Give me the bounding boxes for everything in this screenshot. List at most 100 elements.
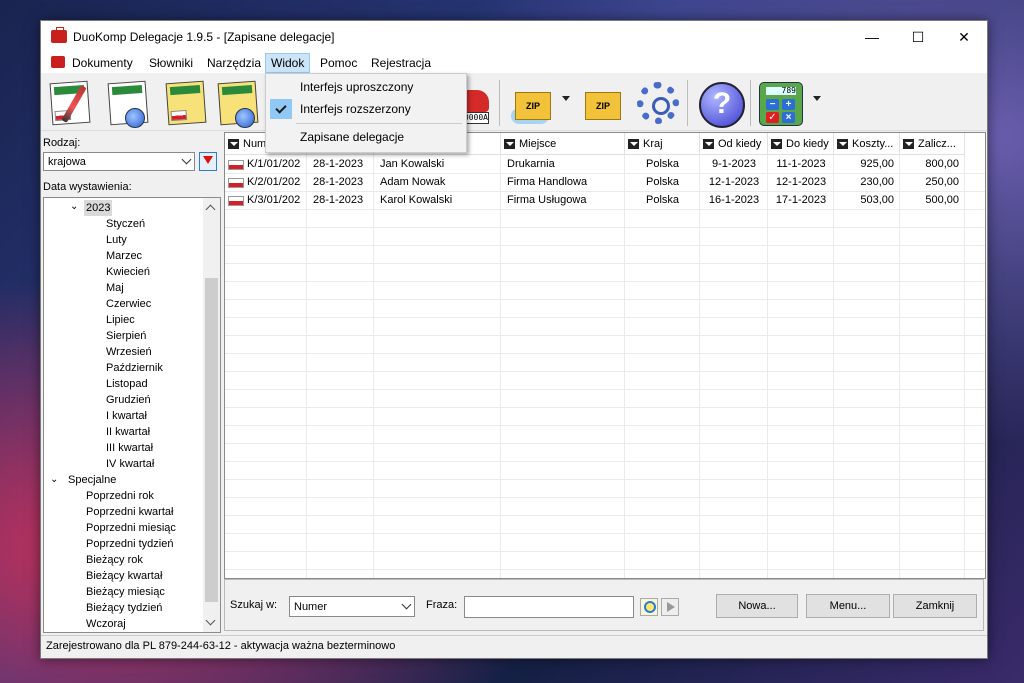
poland-flag-icon xyxy=(228,178,244,188)
column-header[interactable]: Od kiedy xyxy=(700,133,768,155)
tree-node-month[interactable]: Marzec xyxy=(106,248,142,264)
filter-dropdown-icon[interactable] xyxy=(703,139,714,149)
tree-node-month[interactable]: II kwartał xyxy=(106,424,150,440)
tree-node-month[interactable]: Luty xyxy=(106,232,127,248)
filter-dropdown-icon[interactable] xyxy=(903,139,914,149)
close-button[interactable]: ✕ xyxy=(941,21,987,53)
chevron-down-icon[interactable] xyxy=(205,615,216,626)
document-icon xyxy=(165,80,207,126)
menu-item-interfejs-rozszerzony[interactable]: Interfejs rozszerzony xyxy=(268,98,464,120)
tree-node-month[interactable]: I kwartał xyxy=(106,408,147,424)
empty-row xyxy=(225,551,985,570)
column-header[interactable]: Zalicz... xyxy=(900,133,965,155)
tree-node-month[interactable]: Czerwiec xyxy=(106,296,151,312)
tree-node-month[interactable]: Grudzień xyxy=(106,392,151,408)
menu-rejestracja[interactable]: Rejestracja xyxy=(366,54,436,72)
calculator-button[interactable]: 789 − + ✓ × xyxy=(755,78,805,128)
calculator-icon: 789 − + ✓ × xyxy=(759,82,803,126)
table-row[interactable]: K/3/01/2023 28-1-2023 Karol Kowalski Firma … xyxy=(225,191,985,210)
tree-node-month[interactable]: Kwiecień xyxy=(106,264,150,280)
close-list-button[interactable]: Zamknij xyxy=(893,594,977,618)
filter-icon[interactable] xyxy=(199,152,217,171)
chevron-up-icon[interactable] xyxy=(205,204,216,215)
tree-node-month[interactable]: Wrzesień xyxy=(106,344,152,360)
chevron-down-icon[interactable] xyxy=(813,96,821,101)
new-foreign-delegation-button[interactable] xyxy=(103,78,153,128)
column-header[interactable]: Miejsce xyxy=(501,133,625,155)
tree-node-special[interactable]: Bieżący miesiąc xyxy=(86,584,165,600)
empty-row xyxy=(225,407,985,426)
menu-dokumenty[interactable]: Dokumenty xyxy=(67,54,138,72)
menu-pomoc[interactable]: Pomoc xyxy=(315,54,362,72)
chevron-down-icon[interactable]: ⌄ xyxy=(70,199,78,215)
column-header-label: Miejsce xyxy=(519,138,557,150)
chevron-down-icon[interactable]: ⌄ xyxy=(50,472,58,488)
filter-dropdown-icon[interactable] xyxy=(837,139,848,149)
delegations-table[interactable]: Num Miejsce Kraj Od kiedy Do kiedy Koszty... Z… xyxy=(224,132,986,579)
menu-item-interfejs-uproszczony[interactable]: Interfejs uproszczony xyxy=(268,76,464,98)
tree-node-year[interactable]: 2023 xyxy=(84,200,113,216)
scrollbar-thumb[interactable] xyxy=(205,278,218,602)
toolbar-separator xyxy=(687,80,688,126)
menu-item-zapisane-delegacje[interactable]: Zapisane delegacje xyxy=(268,126,464,148)
tree-node-special[interactable]: Poprzedni miesiąc xyxy=(86,520,176,536)
filter-dropdown-icon[interactable] xyxy=(771,139,782,149)
fraza-input[interactable] xyxy=(464,596,634,618)
tree-node-month[interactable]: Październik xyxy=(106,360,163,376)
tree-node-special[interactable]: Bieżący kwartał xyxy=(86,568,162,584)
settings-button[interactable] xyxy=(633,78,683,128)
menu-bar: Dokumenty Słowniki Narzędzia Widok Pomoc… xyxy=(41,53,987,103)
empty-row xyxy=(225,533,985,552)
column-header[interactable]: Do kiedy xyxy=(768,133,834,155)
help-button[interactable]: ? xyxy=(695,78,745,128)
chevron-down-icon xyxy=(181,154,192,165)
tree-node-special[interactable]: Poprzedni tydzień xyxy=(86,536,173,552)
table-row[interactable]: K/1/01/2023 28-1-2023 Jan Kowalski Drukarni… xyxy=(225,155,985,174)
rodzaj-select[interactable]: krajowa xyxy=(43,152,195,171)
table-cell: 12-1-2023 xyxy=(708,176,760,188)
grid-line xyxy=(373,155,374,578)
tree-node-month[interactable]: Listopad xyxy=(106,376,148,392)
briefcase-icon xyxy=(51,56,65,68)
minimize-button[interactable]: — xyxy=(849,21,895,53)
tree-node-special[interactable]: Bieżący tydzień xyxy=(86,600,162,616)
new-delegation-button[interactable] xyxy=(45,78,95,128)
tree-node-special[interactable]: Bieżący rok xyxy=(86,552,143,568)
zip-icon: ZIP xyxy=(515,92,551,120)
tree-node-month[interactable]: III kwartał xyxy=(106,440,153,456)
filter-dropdown-icon[interactable] xyxy=(228,139,239,149)
tree-node-specjalne[interactable]: Specjalne xyxy=(68,472,116,488)
menu-widok[interactable]: Widok xyxy=(265,53,311,73)
filter-dropdown-icon[interactable] xyxy=(628,139,639,149)
tree-node-month[interactable]: Maj xyxy=(106,280,124,296)
tree-node-special[interactable]: Wczoraj xyxy=(86,616,126,632)
tree-node-month[interactable]: Sierpień xyxy=(106,328,146,344)
table-row[interactable]: K/2/01/2023 28-1-2023 Adam Nowak Firma Hand… xyxy=(225,173,985,192)
new-button[interactable]: Nowa... xyxy=(716,594,798,618)
edit-settlement-button[interactable] xyxy=(161,78,211,128)
play-icon[interactable] xyxy=(661,598,679,616)
cloud-backup-button[interactable]: ZIP xyxy=(505,78,555,128)
search-field-select[interactable]: Numer xyxy=(289,596,415,617)
empty-row xyxy=(225,389,985,408)
menu-narzedzia[interactable]: Narzędzia xyxy=(202,54,266,72)
tree-node-special[interactable]: Poprzedni kwartał xyxy=(86,504,173,520)
table-cell: 28-1-2023 xyxy=(313,176,364,188)
filter-dropdown-icon[interactable] xyxy=(504,139,515,149)
column-header[interactable]: Kraj xyxy=(625,133,700,155)
menu-separator xyxy=(296,123,462,124)
edit-foreign-settlement-button[interactable] xyxy=(213,78,263,128)
backup-restore-button[interactable]: ZIP xyxy=(575,78,625,128)
menu-slowniki[interactable]: Słowniki xyxy=(144,54,198,72)
tree-scrollbar[interactable] xyxy=(203,198,220,632)
tree-node-month[interactable]: IV kwartał xyxy=(106,456,154,472)
column-header[interactable]: Koszty... xyxy=(834,133,900,155)
search-icon[interactable] xyxy=(640,598,658,616)
date-tree[interactable]: ⌄ 2023 Styczeń Luty Marzec Kwiecień Maj Czerw… xyxy=(43,197,221,633)
tree-node-month[interactable]: Lipiec xyxy=(106,312,135,328)
tree-node-month[interactable]: Styczeń xyxy=(106,216,145,232)
menu-button[interactable]: Menu... xyxy=(806,594,890,618)
maximize-button[interactable]: ☐ xyxy=(895,21,941,53)
tree-node-special[interactable]: Poprzedni rok xyxy=(86,488,154,504)
chevron-down-icon[interactable] xyxy=(562,96,570,101)
